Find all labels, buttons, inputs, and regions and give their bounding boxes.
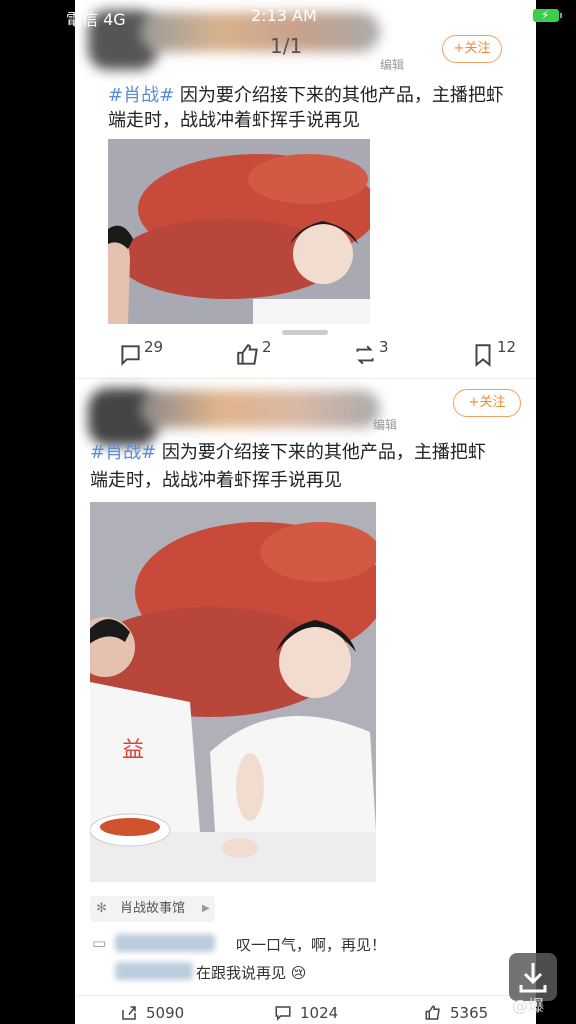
battery-percent: 99% xyxy=(488,6,524,25)
commenter-blurred-1 xyxy=(115,934,215,952)
post-text-line2-2: 端走时，战战冲着虾挥手说再见 xyxy=(90,470,342,491)
edited-label: 编辑 xyxy=(380,58,405,72)
username-blurred-2 xyxy=(140,390,380,428)
carrier-label: 電信 4G xyxy=(66,10,126,29)
repost-icon xyxy=(356,345,374,365)
post-photo-2[interactable]: 益 xyxy=(90,502,376,882)
post-text-line1: #肖战# 因为要介绍接下来的其他产品，主播把虾 xyxy=(108,85,504,106)
chevron-right-icon: ▶ xyxy=(202,903,210,914)
comment-icon-small: ▭ xyxy=(92,934,107,952)
comment-icon xyxy=(275,1006,291,1021)
like-action[interactable]: 2 xyxy=(235,338,272,368)
post-text-line1-2: #肖战# 因为要介绍接下来的其他产品，主播把虾 xyxy=(90,442,486,463)
repost-action[interactable]: 3 xyxy=(352,338,389,368)
thumbs-up-icon xyxy=(237,344,258,365)
repost-stat[interactable]: 5090 xyxy=(120,1004,184,1022)
edited-label-2: 编辑 xyxy=(373,418,398,432)
comment-1: 叹一口气，啊，再见！ xyxy=(236,936,387,954)
hashtag-link-2[interactable]: #肖战# xyxy=(90,442,156,463)
comment-action[interactable]: 29 xyxy=(117,338,163,368)
thumbs-up-icon xyxy=(425,1005,440,1020)
bookmark-icon xyxy=(475,344,491,367)
battery-icon: ⚡ xyxy=(533,8,562,22)
share-icon xyxy=(122,1006,136,1020)
bookmark-action[interactable]: 12 xyxy=(470,338,516,368)
stats-divider xyxy=(75,995,536,996)
status-bar: 電信 4G 2:13 AM 99% ⚡ xyxy=(0,0,576,32)
comment-stat[interactable]: 1024 xyxy=(274,1004,338,1022)
like-stat[interactable]: 5365 xyxy=(424,1004,488,1022)
watermark: @爆 xyxy=(512,996,545,1015)
comment-2: 在跟我说再见 😢 xyxy=(196,964,307,982)
post-text-line2: 端走时，战战冲着虾挥手说再见 xyxy=(108,110,360,131)
follow-button[interactable]: +关注 xyxy=(442,35,502,63)
post-photo[interactable] xyxy=(108,139,370,324)
follow-button-2[interactable]: +关注 xyxy=(453,389,521,417)
image-pager: 1/1 xyxy=(270,34,303,58)
snowflake-icon: ✻ xyxy=(96,901,107,916)
drag-handle[interactable] xyxy=(282,330,328,335)
comment-icon xyxy=(121,345,140,367)
hashtag-link[interactable]: #肖战# xyxy=(108,85,174,106)
post-divider xyxy=(75,378,536,379)
svg-text:益: 益 xyxy=(122,738,144,763)
clock: 2:13 AM xyxy=(251,6,317,25)
source-tag[interactable]: ✻ 肖战故事馆 ▶ xyxy=(90,896,215,922)
commenter-blurred-2 xyxy=(115,962,193,980)
